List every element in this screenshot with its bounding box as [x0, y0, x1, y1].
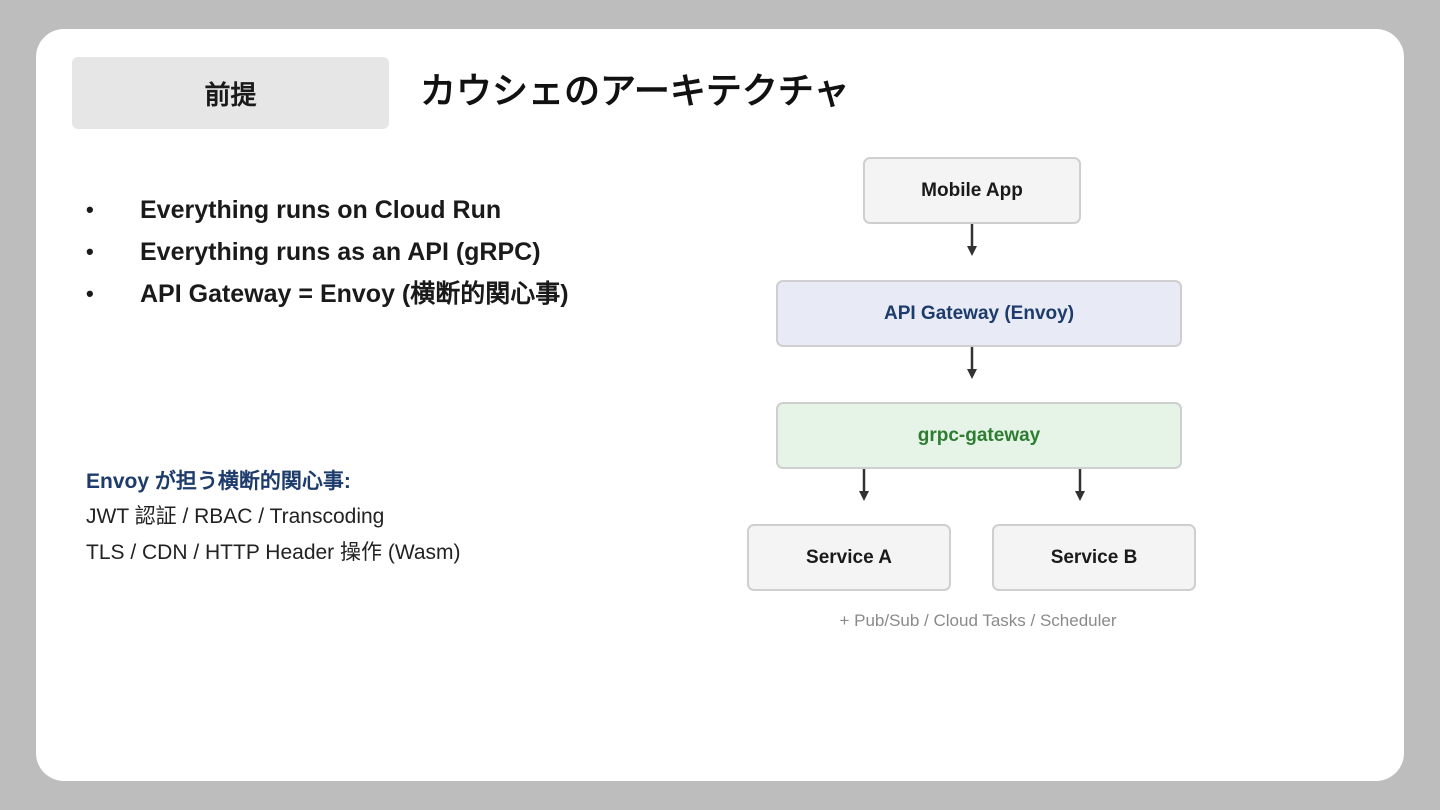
section-label: 前提 — [72, 57, 389, 129]
slide-title: カウシェのアーキテクチャ — [420, 71, 850, 112]
envoy-concerns-line: JWT 認証 / RBAC / Transcoding — [86, 505, 385, 528]
node-mobile-app: Mobile App — [863, 157, 1081, 224]
bullet-text: Everything runs on Cloud Run — [140, 196, 502, 224]
node-service-b: Service B — [992, 524, 1196, 591]
bullet-marker: • — [86, 197, 94, 222]
node-grpc-gateway: grpc-gateway — [776, 402, 1182, 469]
node-service-a: Service A — [747, 524, 951, 591]
bullet-marker: • — [86, 281, 94, 306]
envoy-concerns: Envoy が担う横断的関心事: JWT 認証 / RBAC / Transco… — [86, 465, 461, 571]
diagram-arrows — [859, 224, 1085, 501]
node-api-gateway: API Gateway (Envoy) — [776, 280, 1182, 347]
slide: 前提 カウシェのアーキテクチャ • Everything runs on Clo… — [36, 29, 1404, 781]
bullet-text: Everything runs as an API (gRPC) — [140, 238, 541, 266]
envoy-concerns-heading: Envoy が担う横断的関心事: — [86, 470, 351, 493]
diagram-footnote: + Pub/Sub / Cloud Tasks / Scheduler — [839, 611, 1117, 630]
envoy-concerns-line: TLS / CDN / HTTP Header 操作 (Wasm) — [86, 541, 461, 564]
bullet-text: API Gateway = Envoy (横断的関心事) — [140, 280, 569, 308]
bullet-marker: • — [86, 239, 94, 264]
